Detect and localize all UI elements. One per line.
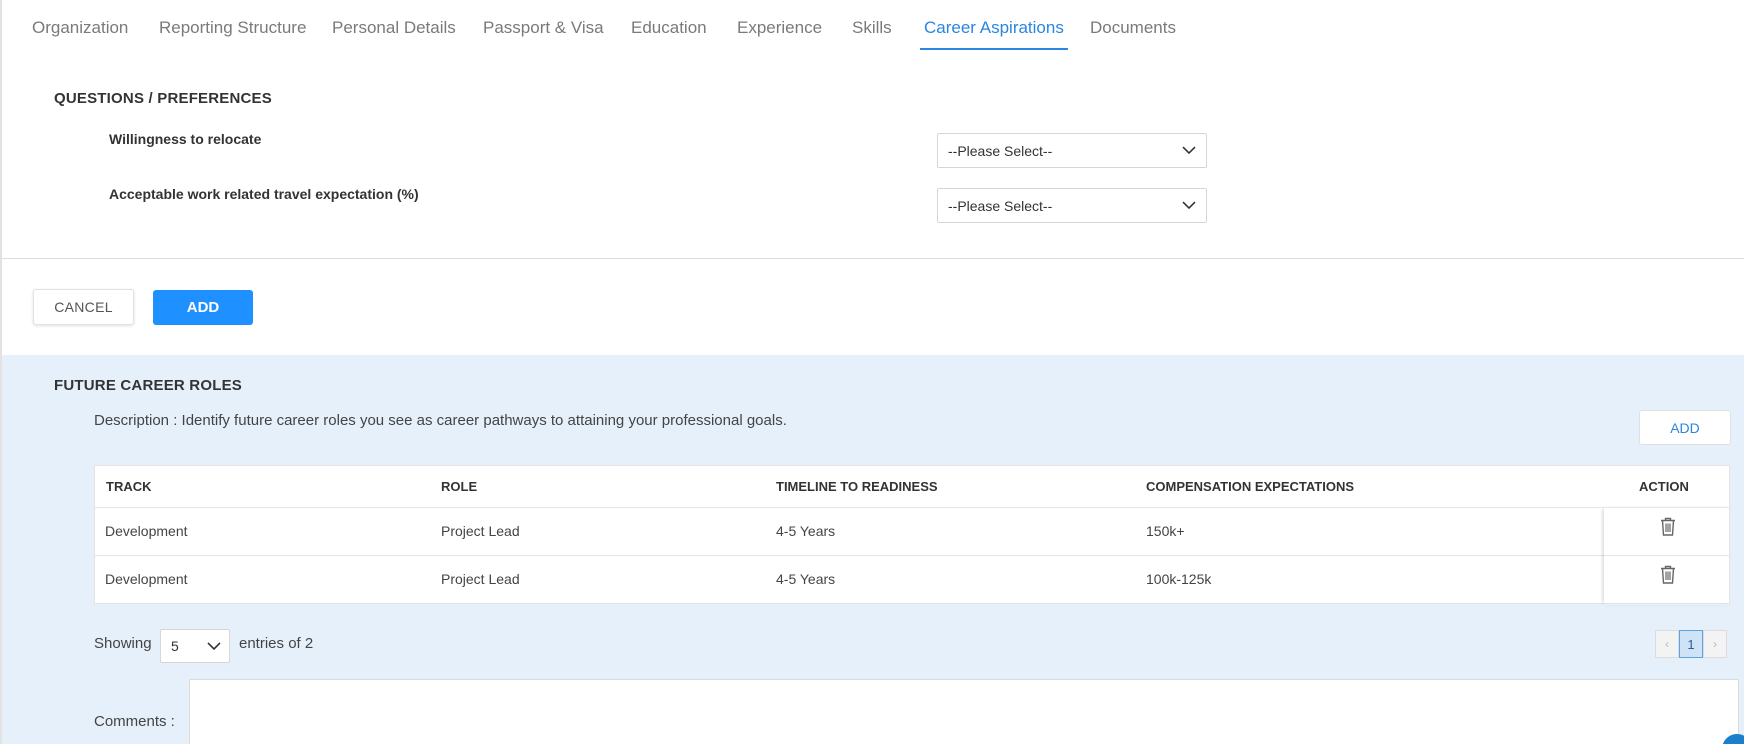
- future-roles-description: Description : Identify future career rol…: [94, 412, 787, 429]
- tab-personal-details[interactable]: Personal Details: [332, 18, 456, 50]
- cell-timeline: 4-5 Years: [776, 571, 836, 587]
- pagination: ‹ 1 ›: [1655, 630, 1727, 658]
- travel-select[interactable]: --Please Select--: [937, 188, 1207, 223]
- tab-bar: Organization Reporting Structure Persona…: [2, 0, 1744, 52]
- cell-role: Project Lead: [441, 571, 520, 587]
- column-header-role[interactable]: ROLE: [441, 479, 477, 494]
- page: Organization Reporting Structure Persona…: [0, 0, 1744, 744]
- cell-compensation: 100k-125k: [1146, 571, 1212, 587]
- cell-track: Development: [105, 523, 188, 539]
- chevron-down-icon: [1182, 145, 1196, 154]
- tab-passport-visa[interactable]: Passport & Visa: [483, 18, 604, 50]
- table-row: Development Project Lead 4-5 Years 150k+: [95, 507, 1731, 555]
- cell-role: Project Lead: [441, 523, 520, 539]
- add-role-button[interactable]: ADD: [1639, 410, 1731, 445]
- showing-label: Showing: [94, 635, 152, 652]
- pagination-next-button[interactable]: ›: [1703, 630, 1727, 658]
- comments-textarea[interactable]: [189, 679, 1739, 744]
- future-roles-table: TRACK ROLE TIMELINE TO READINESS COMPENS…: [94, 465, 1731, 604]
- tab-career-aspirations[interactable]: Career Aspirations: [920, 18, 1068, 50]
- pagination-page-1[interactable]: 1: [1679, 630, 1703, 658]
- travel-select-value: --Please Select--: [948, 197, 1053, 214]
- travel-label: Acceptable work related travel expectati…: [109, 186, 419, 202]
- column-header-track[interactable]: TRACK: [106, 479, 152, 494]
- future-roles-title: FUTURE CAREER ROLES: [54, 377, 242, 394]
- pagination-prev-button[interactable]: ‹: [1655, 630, 1679, 658]
- cell-timeline: 4-5 Years: [776, 523, 836, 539]
- table-row: Development Project Lead 4-5 Years 100k-…: [95, 555, 1731, 603]
- tab-documents[interactable]: Documents: [1090, 18, 1176, 50]
- column-header-timeline[interactable]: TIMELINE TO READINESS: [776, 479, 938, 494]
- page-size-value: 5: [171, 638, 179, 654]
- cell-track: Development: [105, 571, 188, 587]
- add-button[interactable]: ADD: [153, 290, 253, 325]
- relocate-select[interactable]: --Please Select--: [937, 133, 1207, 168]
- tab-skills[interactable]: Skills: [852, 18, 892, 50]
- relocate-label: Willingness to relocate: [109, 131, 262, 147]
- tab-education[interactable]: Education: [631, 18, 707, 50]
- questions-section-title: QUESTIONS / PREFERENCES: [54, 90, 272, 107]
- page-size-select[interactable]: 5: [160, 629, 230, 663]
- trash-icon[interactable]: [1660, 565, 1676, 584]
- section-divider: [2, 258, 1744, 259]
- chevron-down-icon: [207, 642, 221, 651]
- chevron-down-icon: [1182, 200, 1196, 209]
- tab-experience[interactable]: Experience: [737, 18, 822, 50]
- cell-compensation: 150k+: [1146, 523, 1185, 539]
- relocate-select-value: --Please Select--: [948, 142, 1053, 159]
- cancel-button[interactable]: CANCEL: [33, 289, 134, 325]
- column-header-compensation[interactable]: COMPENSATION EXPECTATIONS: [1146, 479, 1354, 494]
- tab-reporting-structure[interactable]: Reporting Structure: [159, 18, 306, 50]
- comments-label: Comments :: [94, 713, 175, 730]
- column-header-action: ACTION: [1639, 479, 1689, 494]
- entries-label: entries of 2: [239, 635, 314, 652]
- tab-organization[interactable]: Organization: [32, 18, 128, 50]
- trash-icon[interactable]: [1660, 517, 1676, 536]
